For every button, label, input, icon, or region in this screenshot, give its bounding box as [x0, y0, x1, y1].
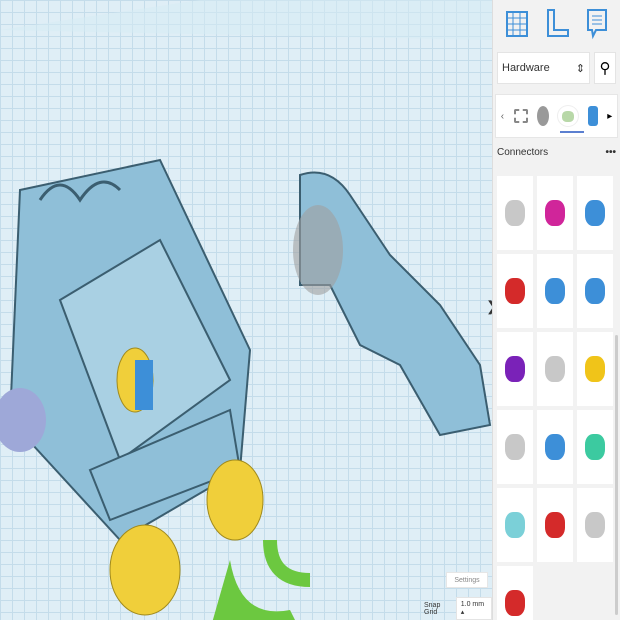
shape-tile-connector-red-tall[interactable] — [537, 488, 573, 562]
shape-tile-connector-cyan[interactable] — [497, 488, 533, 562]
shape-tile-connector-red[interactable] — [497, 254, 533, 328]
connector-red-tall-icon — [545, 512, 565, 538]
library-select-value: Hardware — [502, 62, 550, 74]
connector-blue-bone-icon — [545, 278, 565, 304]
connector-red-hex-icon — [505, 590, 525, 616]
connector-yellow-icon — [585, 356, 605, 382]
category-carousel: ‹ ▸ — [495, 94, 618, 138]
section-title: Connectors — [497, 147, 549, 158]
library-select[interactable]: Hardware ⇕ — [497, 52, 590, 84]
shape-tile-connector-magenta[interactable] — [537, 176, 573, 250]
3d-scene[interactable] — [0, 0, 492, 620]
updown-icon: ⇕ — [575, 62, 585, 75]
settings-button[interactable]: Settings — [446, 572, 488, 588]
green-connectors[interactable] — [210, 539, 311, 620]
connector-grey-egg-icon — [505, 434, 525, 460]
workplane[interactable]: Settings Snap Grid1.0 mm ▴ ❯ — [0, 0, 492, 620]
shape-tile-connector-yellow[interactable] — [577, 332, 613, 406]
shape-tile-connector-blue-pin[interactable] — [577, 176, 613, 250]
connector-magenta-icon — [545, 200, 565, 226]
shapes-panel: Hardware ⇕ ⚲ ‹ ▸ Connectors ••• — [492, 0, 620, 640]
snap-grid: Snap Grid 1.0 mm ▴ — [424, 597, 492, 620]
category-connectors-icon[interactable] — [558, 106, 579, 126]
shape-tile-connector-grey[interactable] — [497, 176, 533, 250]
grid-horizon — [0, 0, 492, 40]
connector-blue-clip-icon — [545, 434, 565, 460]
connector-cyan-icon — [505, 512, 525, 538]
more-options-button[interactable]: ••• — [605, 147, 616, 158]
yellow-connector-inside[interactable] — [116, 347, 154, 413]
connector-purple-icon — [505, 356, 525, 382]
chevron-right-icon[interactable]: ▸ — [607, 111, 612, 122]
connector-grey-ball-icon — [545, 356, 565, 382]
snap-grid-select[interactable]: 1.0 mm ▴ — [455, 597, 492, 620]
connector-grey-icon — [505, 200, 525, 226]
blue-text-model[interactable] — [293, 171, 492, 437]
notes-icon[interactable] — [582, 6, 610, 40]
search-icon: ⚲ — [599, 60, 611, 77]
connector-red-icon — [505, 278, 525, 304]
search-button[interactable]: ⚲ — [594, 52, 616, 84]
chevron-left-icon[interactable]: ‹ — [501, 111, 504, 122]
shapes-grid — [497, 176, 613, 640]
connector-teal-icon — [585, 434, 605, 460]
grid-icon[interactable] — [503, 6, 531, 40]
category-parts-icon[interactable] — [587, 106, 598, 126]
shape-tile-connector-purple[interactable] — [497, 332, 533, 406]
shape-tile-connector-teal[interactable] — [577, 410, 613, 484]
shape-tile-connector-grey-egg-2[interactable] — [577, 488, 613, 562]
shape-tile-connector-blue-clip[interactable] — [537, 410, 573, 484]
category-basic-shapes-icon[interactable] — [513, 109, 528, 123]
shape-tile-connector-blue-bone[interactable] — [537, 254, 573, 328]
connector-blue-pin-icon — [585, 200, 605, 226]
active-category-indicator — [560, 131, 584, 133]
connector-blue-pin-2-icon — [585, 278, 605, 304]
snap-grid-label: Snap Grid — [424, 601, 441, 616]
ruler-icon[interactable] — [542, 6, 570, 40]
shape-tile-connector-grey-egg[interactable] — [497, 410, 533, 484]
shape-tile-connector-red-hex[interactable] — [497, 566, 533, 640]
shape-tile-connector-blue-pin-2[interactable] — [577, 254, 613, 328]
shape-tile-connector-grey-ball[interactable] — [537, 332, 573, 406]
scrollbar[interactable] — [615, 335, 618, 615]
category-tools-icon[interactable] — [536, 106, 549, 126]
connector-grey-egg-2-icon — [585, 512, 605, 538]
